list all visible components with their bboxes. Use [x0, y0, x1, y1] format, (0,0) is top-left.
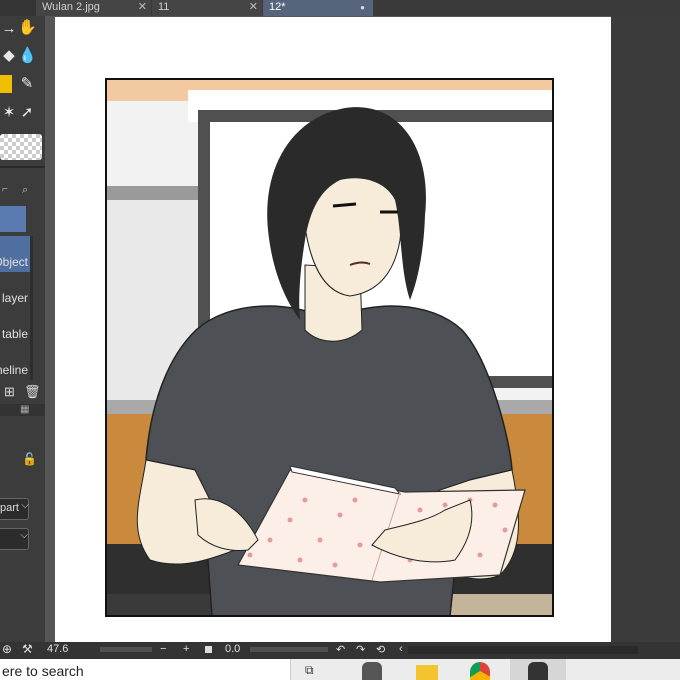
wrench-icon[interactable]: ⚒ [22, 642, 33, 656]
search-placeholder: ere to search [2, 663, 84, 679]
active-app-highlight[interactable] [510, 659, 566, 680]
status-bar: ⊕ ⚒ 47.6 − + 0.0 ↶ ↷ ⟲ ‹ [0, 642, 680, 659]
horizontal-scrollbar[interactable] [408, 646, 638, 654]
left-eye [332, 202, 357, 208]
clip-studio-active-icon [528, 662, 548, 680]
rotation-angle[interactable]: 0.0 [225, 643, 240, 655]
chrome-icon[interactable] [470, 662, 490, 680]
windows-taskbar: ere to search ⧉ [0, 659, 680, 680]
flip-icon[interactable]: ⟲ [376, 643, 385, 656]
wall-strip [106, 186, 198, 200]
task-view-icon[interactable]: ⧉ [305, 663, 323, 677]
zoom-out-button[interactable]: − [160, 643, 166, 655]
rotate-right-icon[interactable]: ↷ [356, 643, 365, 656]
chevron-left-icon[interactable]: ‹ [399, 643, 403, 655]
fit-icon[interactable] [205, 646, 212, 653]
compass-icon[interactable]: ⊕ [2, 642, 12, 656]
taskbar-search-box[interactable]: ere to search [0, 659, 291, 680]
file-explorer-icon[interactable] [416, 665, 438, 680]
rotation-slider[interactable] [250, 647, 328, 652]
zoom-level[interactable]: 47.6 [47, 643, 68, 655]
app-clip-studio-icon[interactable] [362, 662, 382, 680]
zoom-slider[interactable] [100, 647, 152, 652]
zoom-in-button[interactable]: + [183, 643, 189, 655]
rotate-left-icon[interactable]: ↶ [336, 643, 345, 656]
artwork-panel[interactable] [0, 0, 680, 680]
